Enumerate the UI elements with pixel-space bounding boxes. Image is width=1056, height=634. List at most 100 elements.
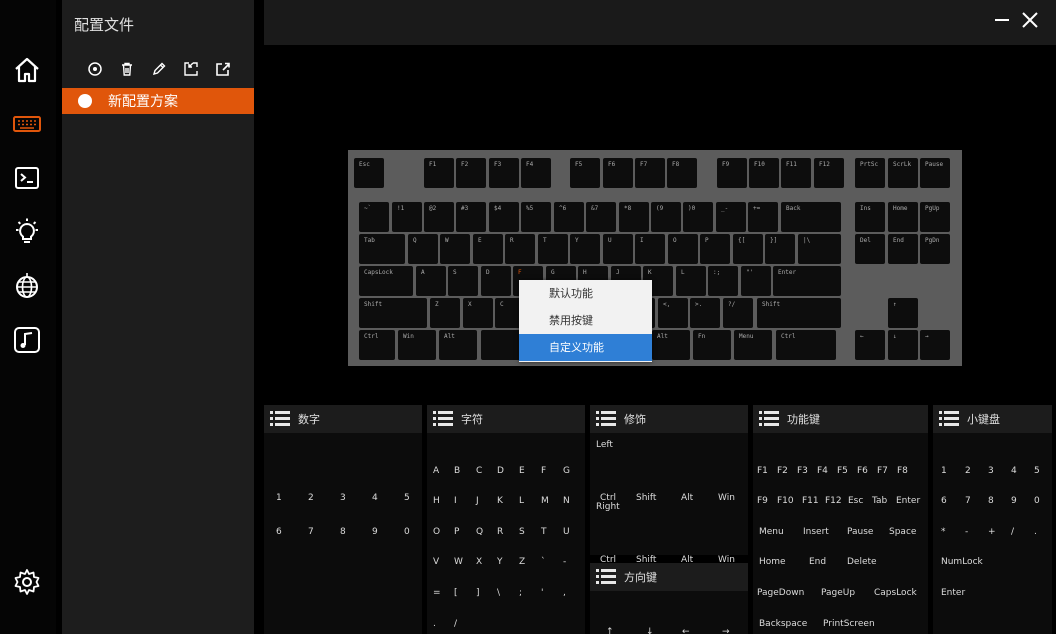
- character-key[interactable]: B: [454, 466, 460, 476]
- function-key[interactable]: F8: [897, 466, 908, 476]
- function-key[interactable]: F1: [757, 466, 768, 476]
- numpad-key[interactable]: /: [1011, 527, 1014, 537]
- function-key[interactable]: Enter: [896, 496, 920, 506]
- key[interactable]: D: [481, 266, 511, 296]
- delete-icon[interactable]: [118, 60, 136, 78]
- close-icon[interactable]: [1019, 9, 1041, 31]
- key[interactable]: I: [635, 234, 665, 264]
- number-key[interactable]: 7: [308, 527, 314, 537]
- modifier-key[interactable]: Shift: [636, 493, 656, 503]
- function-key[interactable]: F10: [777, 496, 794, 506]
- key[interactable]: +=: [748, 202, 778, 232]
- numpad-key[interactable]: +: [988, 527, 996, 537]
- character-key[interactable]: D: [497, 466, 504, 476]
- key[interactable]: Alt: [652, 330, 690, 360]
- profile-radio[interactable]: [78, 94, 92, 108]
- key[interactable]: ?/: [723, 298, 753, 328]
- menu-item-default[interactable]: 默认功能: [519, 280, 652, 307]
- keyboard-icon[interactable]: [9, 106, 45, 142]
- key[interactable]: %5: [521, 202, 551, 232]
- character-key[interactable]: [: [454, 588, 458, 598]
- key[interactable]: Tab: [359, 234, 405, 264]
- number-key[interactable]: 4: [372, 493, 378, 503]
- numpad-key[interactable]: 5: [1034, 466, 1040, 476]
- key[interactable]: S: [448, 266, 478, 296]
- arrow-key[interactable]: ←: [682, 627, 690, 634]
- key[interactable]: <,: [658, 298, 688, 328]
- key[interactable]: ←: [855, 330, 885, 360]
- key[interactable]: F7: [635, 158, 665, 188]
- key[interactable]: F12: [814, 158, 844, 188]
- function-key[interactable]: F3: [797, 466, 808, 476]
- character-key[interactable]: O: [433, 527, 440, 537]
- key[interactable]: ^6: [554, 202, 584, 232]
- function-key[interactable]: Space: [889, 527, 916, 537]
- function-key[interactable]: PageUp: [821, 588, 855, 598]
- number-key[interactable]: 0: [404, 527, 410, 537]
- character-key[interactable]: F: [541, 466, 546, 476]
- character-key[interactable]: ,: [563, 588, 566, 598]
- key[interactable]: F4: [521, 158, 551, 188]
- function-key[interactable]: PageDown: [757, 588, 804, 598]
- character-key[interactable]: V: [433, 557, 439, 567]
- key[interactable]: Del: [855, 234, 885, 264]
- key[interactable]: @2: [424, 202, 454, 232]
- key[interactable]: Ins: [855, 202, 885, 232]
- key[interactable]: W: [440, 234, 470, 264]
- character-key[interactable]: E: [519, 466, 525, 476]
- character-key[interactable]: Z: [519, 557, 525, 567]
- key[interactable]: {[: [733, 234, 763, 264]
- function-key[interactable]: F12: [825, 496, 842, 506]
- character-key[interactable]: `: [541, 557, 546, 567]
- function-key[interactable]: Esc: [848, 496, 863, 506]
- character-key[interactable]: -: [563, 557, 566, 567]
- function-key[interactable]: Delete: [847, 557, 877, 567]
- number-key[interactable]: 8: [340, 527, 346, 537]
- key[interactable]: L: [676, 266, 706, 296]
- character-key[interactable]: ]: [476, 588, 480, 598]
- key[interactable]: F3: [489, 158, 519, 188]
- key[interactable]: R: [505, 234, 535, 264]
- character-key[interactable]: T: [541, 527, 547, 537]
- key[interactable]: Q: [408, 234, 438, 264]
- arrow-key[interactable]: →: [722, 627, 730, 634]
- key[interactable]: Ctrl: [776, 330, 836, 360]
- character-key[interactable]: X: [476, 557, 482, 567]
- profile-list-item[interactable]: 新配置方案: [62, 88, 254, 114]
- key[interactable]: ↑: [888, 298, 918, 328]
- key[interactable]: F2: [456, 158, 486, 188]
- numpad-key[interactable]: 4: [1011, 466, 1017, 476]
- character-key[interactable]: H: [433, 496, 440, 506]
- function-key[interactable]: Home: [759, 557, 786, 567]
- key[interactable]: }]: [765, 234, 795, 264]
- key[interactable]: PgUp: [920, 202, 950, 232]
- key[interactable]: ↓: [888, 330, 918, 360]
- key[interactable]: Alt: [439, 330, 477, 360]
- key[interactable]: F11: [781, 158, 811, 188]
- character-key[interactable]: Q: [476, 527, 483, 537]
- key[interactable]: CapsLock: [359, 266, 413, 296]
- function-key[interactable]: Pause: [847, 527, 873, 537]
- key[interactable]: P: [700, 234, 730, 264]
- function-key[interactable]: F2: [777, 466, 788, 476]
- key[interactable]: Shift: [757, 298, 841, 328]
- character-key[interactable]: ': [541, 588, 543, 598]
- character-key[interactable]: N: [563, 496, 570, 506]
- function-key[interactable]: F7: [877, 466, 888, 476]
- function-key[interactable]: F9: [757, 496, 768, 506]
- function-key[interactable]: End: [809, 557, 826, 567]
- key[interactable]: F8: [667, 158, 697, 188]
- import-icon[interactable]: [182, 60, 200, 78]
- key[interactable]: F10: [749, 158, 779, 188]
- function-key[interactable]: Tab: [872, 496, 887, 506]
- key[interactable]: T: [538, 234, 568, 264]
- character-key[interactable]: K: [497, 496, 503, 506]
- key[interactable]: U: [603, 234, 633, 264]
- number-key[interactable]: 2: [308, 493, 314, 503]
- key[interactable]: Fn: [693, 330, 731, 360]
- modifier-key[interactable]: Ctrl: [600, 493, 616, 503]
- function-key[interactable]: PrintScreen: [823, 619, 875, 629]
- numpad-key[interactable]: 1: [941, 466, 947, 476]
- number-key[interactable]: 9: [372, 527, 378, 537]
- key[interactable]: "': [741, 266, 771, 296]
